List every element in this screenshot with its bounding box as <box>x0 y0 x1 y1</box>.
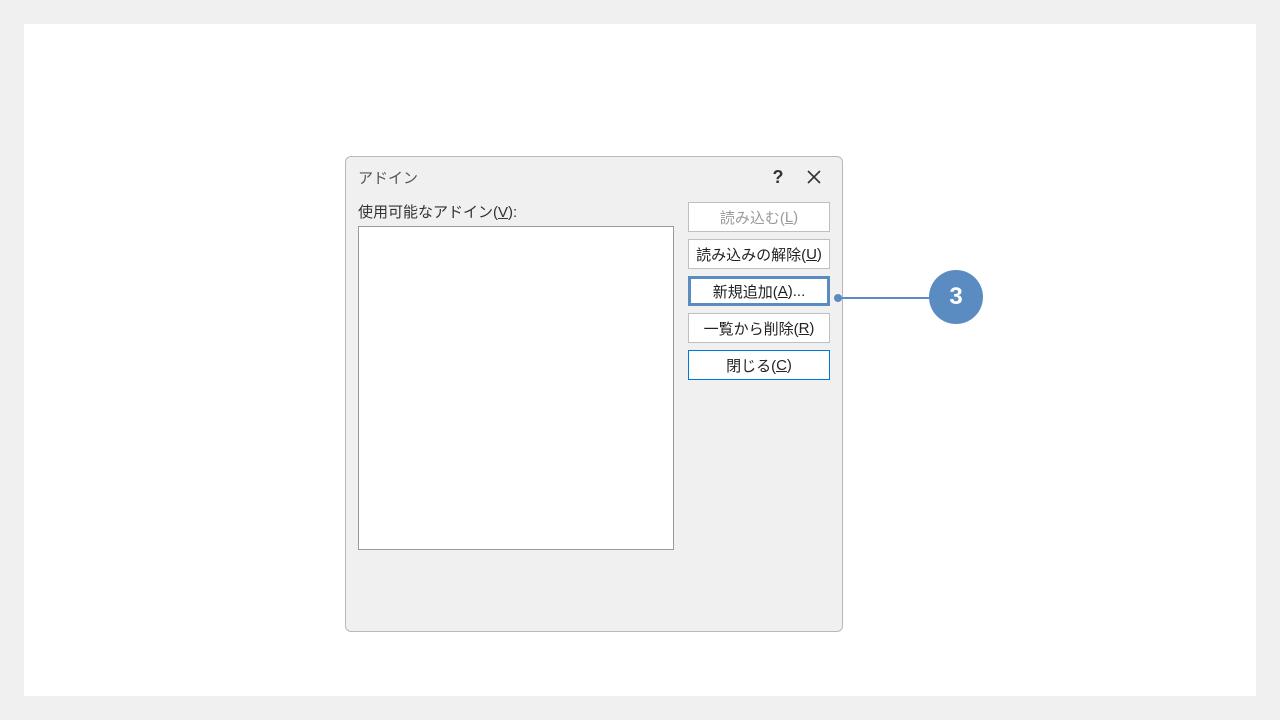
dialog-title: アドイン <box>358 167 760 188</box>
callout-connector-line <box>836 297 931 299</box>
close-suffix: ) <box>787 357 792 374</box>
addin-dialog: アドイン ? 使用可能なアドイン(V): 読み込む(L) 読み込みの解除(U) <box>345 156 843 632</box>
load-prefix: 読み込む( <box>720 207 785 228</box>
remove-hotkey: R <box>799 320 810 337</box>
unload-button[interactable]: 読み込みの解除(U) <box>688 239 830 269</box>
label-suffix: ): <box>508 204 517 221</box>
add-new-button[interactable]: 新規追加(A)... <box>688 276 830 306</box>
left-column: 使用可能なアドイン(V): <box>358 201 674 550</box>
label-hotkey: V <box>498 204 508 221</box>
add-prefix: 新規追加( <box>713 281 778 302</box>
unload-suffix: ) <box>817 246 822 263</box>
callout-step-badge: 3 <box>929 270 983 324</box>
available-addins-label: 使用可能なアドイン(V): <box>358 201 674 222</box>
add-hotkey: A <box>778 283 788 300</box>
page-background: アドイン ? 使用可能なアドイン(V): 読み込む(L) 読み込みの解除(U) <box>24 24 1256 696</box>
close-prefix: 閉じる( <box>726 355 776 376</box>
load-suffix: ) <box>793 209 798 226</box>
right-column: 読み込む(L) 読み込みの解除(U) 新規追加(A)... 一覧から削除(R) … <box>688 201 830 550</box>
label-prefix: 使用可能なアドイン( <box>358 204 498 221</box>
load-hotkey: L <box>785 209 793 226</box>
remove-button[interactable]: 一覧から削除(R) <box>688 313 830 343</box>
close-hotkey: C <box>776 357 787 374</box>
remove-suffix: ) <box>809 320 814 337</box>
unload-hotkey: U <box>806 246 817 263</box>
load-button[interactable]: 読み込む(L) <box>688 202 830 232</box>
add-suffix: )... <box>788 283 806 300</box>
help-button[interactable]: ? <box>760 161 796 193</box>
dialog-titlebar: アドイン ? <box>346 157 842 197</box>
addins-listbox[interactable] <box>358 226 674 550</box>
remove-prefix: 一覧から削除( <box>704 318 799 339</box>
close-icon[interactable] <box>796 161 832 193</box>
dialog-content: 使用可能なアドイン(V): 読み込む(L) 読み込みの解除(U) 新規追加(A)… <box>346 197 842 562</box>
close-button[interactable]: 閉じる(C) <box>688 350 830 380</box>
unload-prefix: 読み込みの解除( <box>696 244 806 265</box>
